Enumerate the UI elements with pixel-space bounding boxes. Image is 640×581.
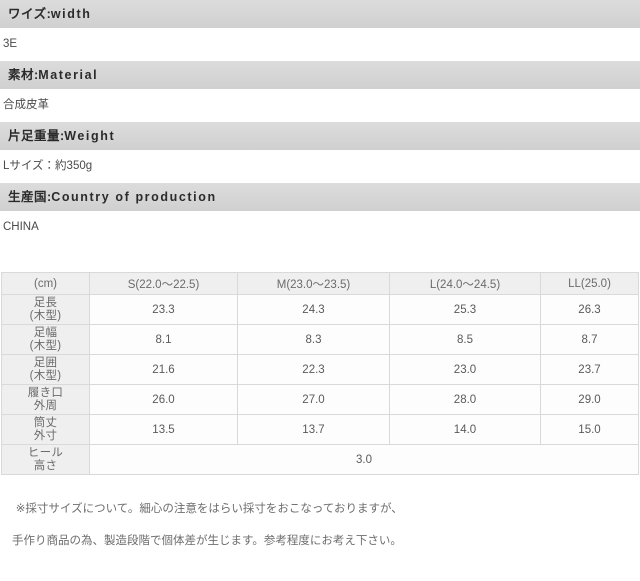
table-cell: 8.3 [237,324,390,355]
table-cell-merged: 3.0 [89,444,639,475]
row-header-line-1: 履き口 [27,386,64,399]
table-cell: 21.6 [89,354,238,385]
table-row: ヒール 高さ 3.0 [1,444,639,475]
size-chart-header: (cm) S(22.0〜22.5) M(23.0〜23.5) L(24.0〜24… [1,272,639,295]
spec-block: ワイズ:width 3E [0,0,640,61]
spec-block: 生産国:Country of production CHINA [0,183,640,244]
row-header-line-2: 外周 [33,399,58,412]
table-row: 足囲 (木型) 21.6 22.3 23.0 23.7 [1,354,639,385]
row-header: 履き口 外周 [1,384,90,415]
spec-heading-jp: 生産国 [8,190,48,204]
table-row: 筒丈 外寸 13.5 13.7 14.0 15.0 [1,414,639,445]
spec-section-heading: 生産国:Country of production [0,183,640,211]
spec-heading-jp: ワイズ [8,7,47,21]
row-header-line-1: ヒール [27,446,64,459]
spec-section-value: 3E [0,28,640,61]
spec-section-heading: 片足重量:Weight [0,122,640,150]
spec-section-heading: 素材:Material [0,61,640,89]
spec-section-value: Lサイズ：約350g [0,150,640,183]
row-header: 筒丈 外寸 [1,414,90,445]
size-chart-table: (cm) S(22.0〜22.5) M(23.0〜23.5) L(24.0〜24… [1,272,639,475]
spec-heading-en: Weight [64,129,116,143]
table-cell: 23.3 [89,294,238,325]
product-spec-page: ワイズ:width 3E 素材:Material 合成皮革 片足重量:Weight Lサイ… [0,0,640,547]
row-header-line-1: 足長 [33,296,58,309]
table-cell: 24.3 [237,294,390,325]
table-cell: 8.7 [540,324,639,355]
spec-section-value: 合成皮革 [0,89,640,122]
disclaimer-line-1: ※採寸サイズについて。細心の注意をはらい採寸をおこなっておりますが、 [15,503,403,515]
table-cell: 13.5 [89,414,238,445]
table-cell: 14.0 [389,414,541,445]
spec-block: 素材:Material 合成皮革 [0,61,640,122]
table-cell: 23.0 [389,354,541,385]
row-header-line-2: (木型) [29,339,62,352]
table-cell: 26.3 [540,294,639,325]
row-header-line-1: 筒丈 [33,416,58,429]
table-cell: 27.0 [237,384,390,415]
table-row: 足幅 (木型) 8.1 8.3 8.5 8.7 [1,324,639,355]
row-header-line-2: 高さ [33,459,58,472]
row-header: 足囲 (木型) [1,354,90,385]
row-header: 足長 (木型) [1,294,90,325]
measurement-disclaimer: ※採寸サイズについて。細心の注意をはらい採寸をおこなっておりますが、 手作り商品… [0,485,640,581]
table-cell: 28.0 [389,384,541,415]
table-top-spacer [0,244,640,272]
table-row: 履き口 外周 26.0 27.0 28.0 29.0 [1,384,639,415]
spec-heading-jp: 素材 [8,68,35,82]
spec-heading-en: width [50,7,92,21]
spec-block: 片足重量:Weight Lサイズ：約350g [0,122,640,183]
column-header-s: S(22.0〜22.5) [89,272,238,295]
table-header-row: (cm) S(22.0〜22.5) M(23.0〜23.5) L(24.0〜24… [1,272,639,295]
row-header-line-1: 足幅 [33,326,58,339]
table-cell: 23.7 [540,354,639,385]
table-cell: 13.7 [237,414,390,445]
table-cell: 25.3 [389,294,541,325]
row-header: ヒール 高さ [1,444,90,475]
row-header-line-2: (木型) [29,369,62,382]
spec-section-heading: ワイズ:width [0,0,640,28]
spec-heading-en: Country of production [51,190,217,204]
disclaimer-line-2: 手作り商品の為、製造段階で個体差が生じます。参考程度にお考え下さい。 [12,535,402,547]
spec-heading-en: Material [38,68,99,82]
spec-section-value: CHINA [0,211,640,244]
column-header-unit: (cm) [1,272,90,295]
row-header-line-2: (木型) [29,309,62,322]
column-header-ll: LL(25.0) [540,272,639,295]
row-header-line-2: 外寸 [33,429,58,442]
column-header-l: L(24.0〜24.5) [389,272,541,295]
spec-heading-jp: 片足重量 [8,129,61,143]
spec-sections: ワイズ:width 3E 素材:Material 合成皮革 片足重量:Weight Lサイ… [0,0,640,244]
size-chart-body: 足長 (木型) 23.3 24.3 25.3 26.3 足幅 (木型) 8.1 8.3 8.5 8.7… [1,294,639,475]
table-cell: 29.0 [540,384,639,415]
table-row: 足長 (木型) 23.3 24.3 25.3 26.3 [1,294,639,325]
table-cell: 22.3 [237,354,390,385]
table-cell: 26.0 [89,384,238,415]
row-header: 足幅 (木型) [1,324,90,355]
row-header-line-1: 足囲 [33,356,58,369]
table-cell: 15.0 [540,414,639,445]
table-cell: 8.5 [389,324,541,355]
column-header-m: M(23.0〜23.5) [237,272,390,295]
table-cell: 8.1 [89,324,238,355]
